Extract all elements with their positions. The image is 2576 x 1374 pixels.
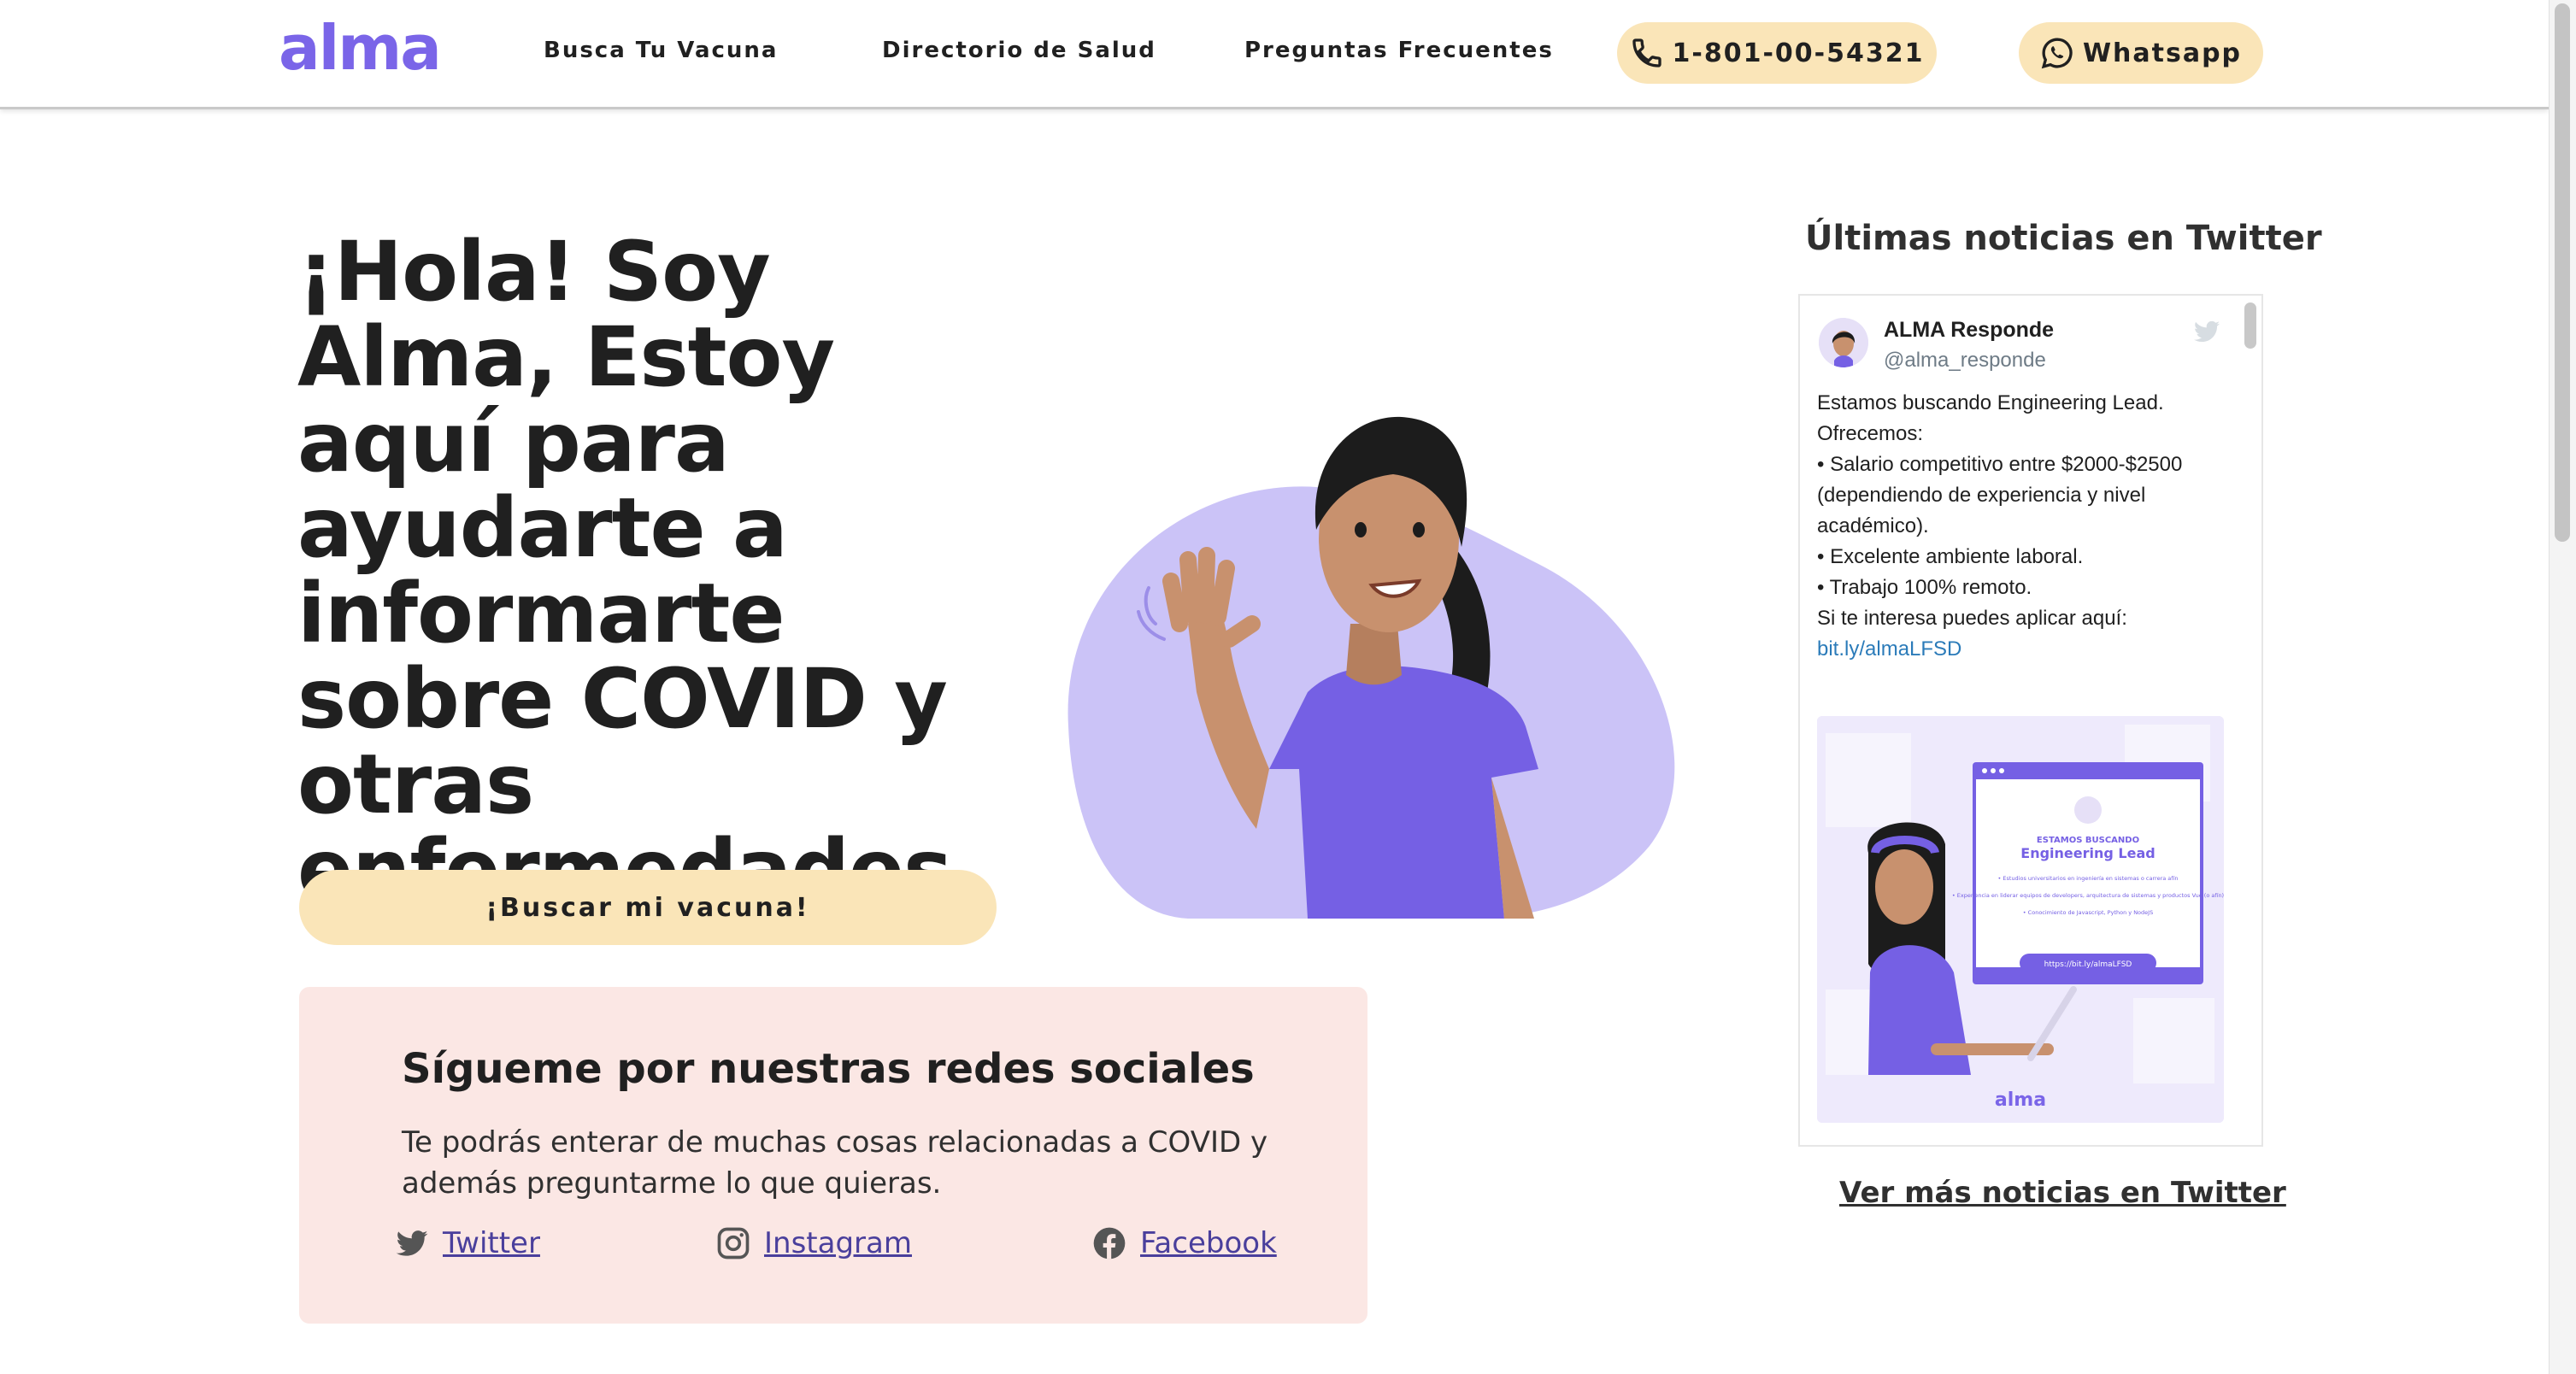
facebook-link-label: Facebook xyxy=(1140,1226,1277,1260)
tweet-author-name[interactable]: ALMA Responde xyxy=(1884,318,2054,343)
hero-title: ¡Hola! Soy Alma, Estoy aquí para ayudart… xyxy=(297,224,952,913)
twitter-news-heading: Últimas noticias en Twitter xyxy=(1805,219,2322,258)
whatsapp-icon xyxy=(2041,38,2073,69)
media-url: https://bit.ly/almaLFSD xyxy=(2044,960,2132,969)
page-scrollbar-thumb[interactable] xyxy=(2555,3,2570,542)
whatsapp-label: Whatsapp xyxy=(2082,38,2243,68)
tweet-line: Estamos buscando Engineering Lead. xyxy=(1817,391,2164,414)
nav-busca-tu-vacuna[interactable]: Busca Tu Vacuna xyxy=(544,38,778,63)
tweet-line: Ofrecemos: xyxy=(1817,422,1924,445)
avatar[interactable] xyxy=(1819,318,1868,367)
twitter-icon xyxy=(396,1230,428,1256)
alma-logo[interactable]: alma xyxy=(279,12,442,84)
instagram-icon xyxy=(717,1227,750,1260)
tweet-media-image[interactable]: ESTAMOS BUSCANDO Engineering Lead • Estu… xyxy=(1817,716,2224,1123)
tweet-author-handle[interactable]: @alma_responde xyxy=(1884,349,2046,373)
media-bullet: • Conocimiento de Javascript, Python y N… xyxy=(2023,909,2153,916)
alma-waving-illustration xyxy=(1067,416,1675,919)
media-bullet: • Estudios universitarios en ingeniería … xyxy=(1998,875,2179,882)
social-card-title: Sígueme por nuestras redes sociales xyxy=(402,1045,1255,1093)
social-card-description: Te podrás enterar de muchas cosas relaci… xyxy=(402,1125,1268,1201)
tweet-line: • Salario competitivo entre $2000-$2500 … xyxy=(1817,453,2183,537)
media-title: Engineering Lead xyxy=(2020,845,2155,861)
phone-number-label: 1-801-00-54321 xyxy=(1672,38,1925,68)
tweet-text: Estamos buscando Engineering Lead. Ofrec… xyxy=(1817,388,2219,665)
job-post-graphic: ESTAMOS BUSCANDO Engineering Lead • Estu… xyxy=(1817,716,2224,1123)
nav-preguntas-frecuentes[interactable]: Preguntas Frecuentes xyxy=(1244,38,1554,63)
tweet-line: Si te interesa puedes aplicar aquí: xyxy=(1817,607,2127,630)
phone-button[interactable]: 1-801-00-54321 xyxy=(1617,22,1937,84)
ver-mas-twitter-link[interactable]: Ver más noticias en Twitter xyxy=(1839,1176,2286,1210)
phone-icon xyxy=(1632,38,1661,68)
media-bullet: • Experiencia en liderar equipos de deve… xyxy=(1952,892,2224,899)
instagram-link-label: Instagram xyxy=(764,1226,912,1260)
twitter-link[interactable]: Twitter xyxy=(393,1224,540,1262)
twitter-bird-icon[interactable] xyxy=(2191,316,2222,347)
nav-directorio-de-salud[interactable]: Directorio de Salud xyxy=(882,38,1156,63)
facebook-icon xyxy=(1093,1227,1126,1260)
top-header: alma Busca Tu Vacuna Directorio de Salud… xyxy=(0,0,2549,109)
buscar-vacuna-button[interactable]: ¡Buscar mi vacuna! xyxy=(299,870,997,945)
alma-avatar-image xyxy=(1819,318,1868,367)
facebook-link[interactable]: Facebook xyxy=(1091,1224,1277,1262)
social-media-card: Sígueme por nuestras redes sociales Te p… xyxy=(299,987,1367,1324)
media-kicker: ESTAMOS BUSCANDO xyxy=(2037,836,2139,845)
timeline-scrollbar-thumb[interactable] xyxy=(2244,302,2256,349)
twitter-timeline-embed[interactable]: ALMA Responde @alma_responde Estamos bus… xyxy=(1798,294,2263,1147)
whatsapp-button[interactable]: Whatsapp xyxy=(2019,22,2263,84)
media-logo: alma xyxy=(1995,1089,2046,1111)
tweet-line: • Trabajo 100% remoto. xyxy=(1817,576,2032,599)
tweet-link[interactable]: bit.ly/almaLFSD xyxy=(1817,634,2219,665)
twitter-link-label: Twitter xyxy=(443,1226,540,1260)
tweet-line: • Excelente ambiente laboral. xyxy=(1817,545,2084,568)
instagram-link[interactable]: Instagram xyxy=(715,1224,912,1262)
